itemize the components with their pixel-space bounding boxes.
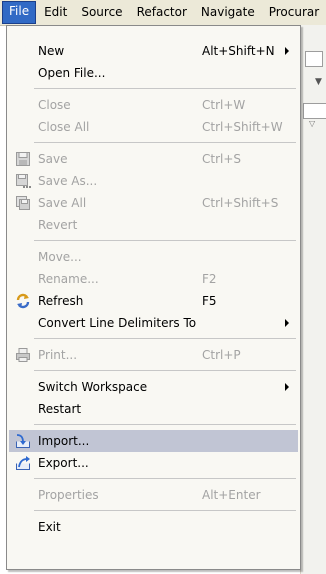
menu-item-shortcut: Alt+Shift+N — [202, 44, 275, 58]
menu-item-shortcut: F5 — [202, 294, 217, 308]
menu-item-rename[interactable]: Rename... F2 — [9, 268, 298, 290]
menu-item-print[interactable]: Print... Ctrl+P — [9, 344, 298, 366]
menu-item-shortcut: Ctrl+Shift+S — [202, 196, 279, 210]
import-icon — [16, 434, 30, 448]
menu-item-properties[interactable]: Properties Alt+Enter — [9, 484, 298, 506]
menu-item-label: Save As... — [38, 174, 98, 188]
menu-item-convert-line-delimiters[interactable]: Convert Line Delimiters To — [9, 312, 298, 334]
menu-search[interactable]: Procurar — [263, 2, 325, 23]
menu-item-label: Export... — [38, 456, 89, 470]
submenu-arrow-icon — [285, 47, 289, 55]
menu-separator — [34, 88, 296, 89]
background-toolbar: ▼ ▽ — [300, 25, 326, 574]
menu-item-label: Print... — [38, 348, 78, 362]
menu-item-label: New — [38, 44, 65, 58]
menu-navigate[interactable]: Navigate — [195, 2, 261, 23]
print-icon — [16, 348, 30, 362]
menu-refactor[interactable]: Refactor — [131, 2, 193, 23]
menu-item-label: Open File... — [38, 66, 106, 80]
save-all-icon — [16, 196, 30, 210]
menu-item-label: Move... — [38, 250, 82, 264]
menu-separator — [34, 424, 296, 425]
menu-edit[interactable]: Edit — [38, 2, 73, 23]
menu-item-save-as[interactable]: Save As... — [9, 170, 298, 192]
menu-item-shortcut: Ctrl+P — [202, 348, 241, 362]
menu-item-label: Close All — [38, 120, 90, 134]
menu-file[interactable]: File — [2, 1, 37, 24]
menu-separator — [34, 142, 296, 143]
menu-item-shortcut: Ctrl+Shift+W — [202, 120, 283, 134]
save-icon — [16, 152, 30, 166]
menu-separator — [34, 338, 296, 339]
menu-item-label: Exit — [38, 520, 61, 534]
menu-separator — [34, 510, 296, 511]
screen: File Edit Source Refactor Navigate Procu… — [0, 0, 326, 574]
menu-item-exit[interactable]: Exit — [9, 516, 298, 538]
menu-item-shortcut: Ctrl+S — [202, 152, 242, 166]
menu-item-close-all[interactable]: Close All Ctrl+Shift+W — [9, 116, 298, 138]
background-toolbar-box — [305, 51, 323, 67]
menu-item-close[interactable]: Close Ctrl+W — [9, 94, 298, 116]
file-menu-dropdown: New Alt+Shift+N Open File... Close Ctrl+… — [6, 25, 301, 570]
menu-separator — [34, 370, 296, 371]
save-as-icon — [16, 174, 31, 188]
menu-item-switch-workspace[interactable]: Switch Workspace — [9, 376, 298, 398]
menu-item-shortcut: Ctrl+W — [202, 98, 246, 112]
menu-item-label: Refresh — [38, 294, 84, 308]
menu-separator — [34, 240, 296, 241]
menu-item-label: Save — [38, 152, 68, 166]
submenu-arrow-icon — [285, 383, 289, 391]
menu-item-save-all[interactable]: Save All Ctrl+Shift+S — [9, 192, 298, 214]
menu-item-save[interactable]: Save Ctrl+S — [9, 148, 298, 170]
background-view-tab — [303, 103, 326, 119]
menu-item-new[interactable]: New Alt+Shift+N — [9, 40, 298, 62]
export-icon — [16, 456, 30, 470]
chevron-down-icon: ▼ — [315, 77, 322, 87]
menu-bar: File Edit Source Refactor Navigate Procu… — [0, 0, 326, 26]
menu-item-revert[interactable]: Revert — [9, 214, 298, 236]
menu-item-label: Convert Line Delimiters To — [38, 316, 197, 330]
menu-item-label: Save All — [38, 196, 87, 210]
submenu-arrow-icon — [285, 319, 289, 327]
refresh-icon — [16, 293, 30, 309]
menu-item-label: Rename... — [38, 272, 99, 286]
menu-separator — [34, 478, 296, 479]
menu-item-refresh[interactable]: Refresh F5 — [9, 290, 298, 312]
menu-source[interactable]: Source — [75, 2, 128, 23]
menu-item-label: Restart — [38, 402, 82, 416]
menu-item-export[interactable]: Export... — [9, 452, 298, 474]
triangle-down-icon: ▽ — [309, 119, 316, 128]
menu-item-restart[interactable]: Restart — [9, 398, 298, 420]
menu-item-label: Close — [38, 98, 71, 112]
menu-item-label: Revert — [38, 218, 78, 232]
menu-item-move[interactable]: Move... — [9, 246, 298, 268]
menu-item-label: Properties — [38, 488, 99, 502]
menu-item-label: Switch Workspace — [38, 380, 148, 394]
menu-item-label: Import... — [38, 434, 90, 448]
menu-item-import[interactable]: Import... — [9, 430, 298, 452]
menu-item-shortcut: F2 — [202, 272, 217, 286]
menu-item-shortcut: Alt+Enter — [202, 488, 261, 502]
menu-item-open-file[interactable]: Open File... — [9, 62, 298, 84]
